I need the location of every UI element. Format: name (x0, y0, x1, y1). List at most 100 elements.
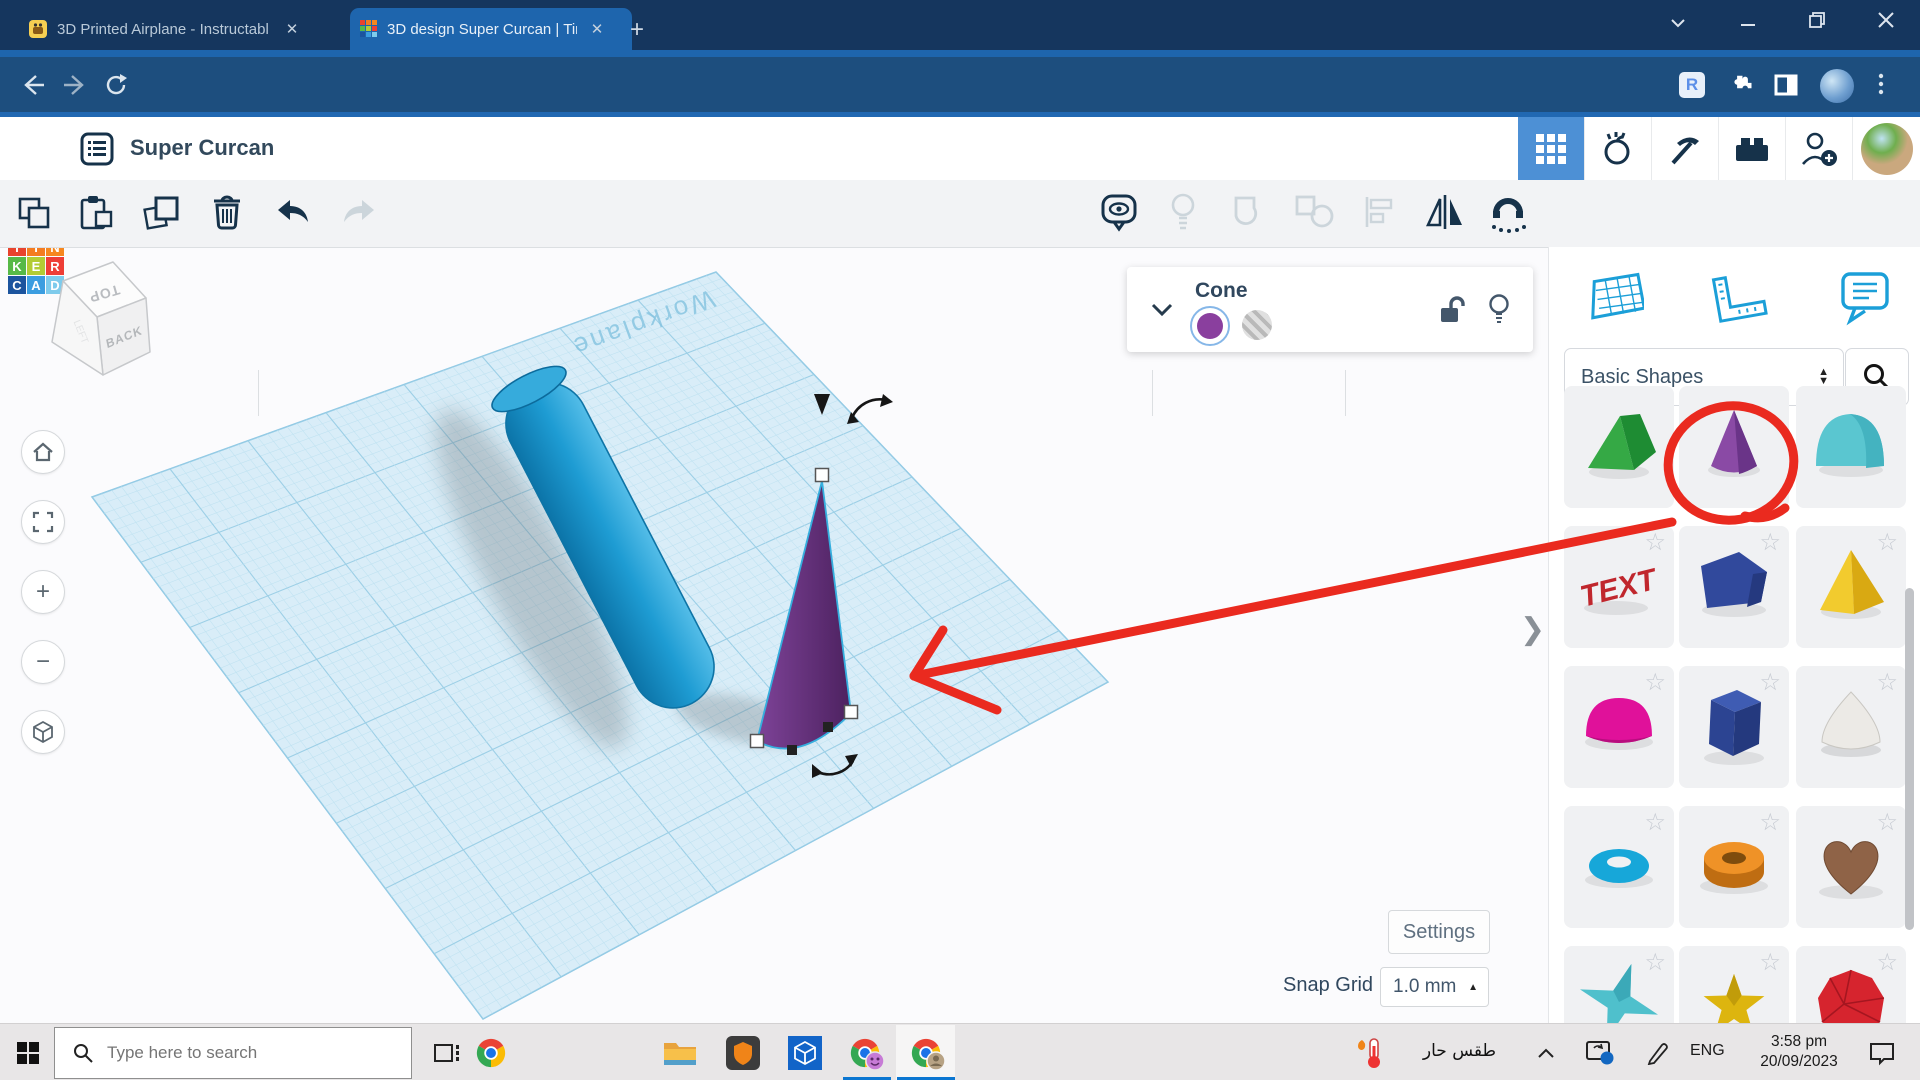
design-menu-icon[interactable] (80, 132, 114, 166)
hide-lightbulb-icon[interactable] (1487, 293, 1511, 325)
window-close-button[interactable] (1876, 10, 1896, 30)
snap-grid-select[interactable]: 1.0 mm ▲ (1380, 967, 1489, 1007)
shape-polygon[interactable]: ☆ (1679, 526, 1789, 648)
scale-handle-left[interactable] (751, 735, 764, 748)
fit-view-button[interactable] (21, 500, 65, 544)
design-title[interactable]: Super Curcan (130, 135, 274, 161)
sync-display-icon[interactable] (1582, 1035, 1618, 1071)
minecraft-pickaxe-button[interactable] (1651, 117, 1718, 180)
shape-half-sphere[interactable]: ☆ (1564, 666, 1674, 788)
3d-viewer-icon[interactable] (787, 1035, 823, 1071)
side-panel-icon[interactable] (1774, 74, 1798, 96)
shape-round-roof[interactable] (1796, 386, 1906, 508)
lego-brick-button[interactable] (1718, 117, 1785, 180)
scale-handle-apex[interactable] (816, 469, 829, 482)
chrome-taskbar-icon[interactable] (473, 1035, 509, 1071)
shape-tube[interactable]: ☆ (1679, 806, 1789, 928)
tab-close-icon[interactable]: ✕ (281, 20, 303, 38)
shape-heart[interactable]: ☆ (1796, 806, 1906, 928)
zoom-in-button[interactable]: + (21, 570, 65, 614)
dashboard-grid-button[interactable] (1518, 117, 1584, 180)
taskbar-clock[interactable]: 3:58 pm 20/09/2023 (1744, 1032, 1854, 1072)
shape-text[interactable]: TEXT ☆ (1564, 526, 1674, 648)
collapse-chevron-icon[interactable] (1151, 303, 1173, 317)
notes-tool-icon[interactable] (1837, 270, 1893, 326)
chrome-profile1-icon[interactable] (847, 1035, 883, 1071)
favorite-star-icon[interactable]: ☆ (1644, 668, 1666, 696)
shape-cone[interactable] (1679, 386, 1789, 508)
language-indicator[interactable]: ENG (1690, 1042, 1725, 1060)
favorite-star-icon[interactable]: ☆ (1759, 528, 1781, 556)
browser-tab-1[interactable]: 3D Printed Airplane - Instructabl ✕ (18, 8, 360, 50)
shape-pyramid[interactable]: ☆ (1796, 526, 1906, 648)
scale-handle-right[interactable] (845, 706, 858, 719)
browser-menu-icon[interactable] (1876, 71, 1886, 97)
favorite-star-icon[interactable]: ☆ (1876, 808, 1898, 836)
color-swatch-transparent[interactable] (1242, 310, 1272, 340)
shape-hex-prism[interactable]: ☆ (1679, 666, 1789, 788)
reload-button[interactable] (103, 72, 129, 98)
settings-button[interactable]: Settings (1388, 910, 1490, 954)
taskbar-search[interactable] (54, 1027, 412, 1079)
favorite-star-icon[interactable]: ☆ (1876, 948, 1898, 976)
favorite-star-icon[interactable]: ☆ (1644, 528, 1666, 556)
workplane-tool-icon[interactable] (1582, 270, 1644, 325)
weather-text[interactable]: طقس حار (1396, 1041, 1496, 1061)
tab-search-chevron-icon[interactable] (1668, 16, 1688, 30)
shape-roof[interactable] (1564, 386, 1674, 508)
new-tab-button[interactable]: + (630, 16, 644, 44)
dark-app-icon[interactable] (725, 1035, 761, 1071)
redo-icon[interactable] (340, 198, 378, 228)
window-restore-button[interactable] (1806, 10, 1828, 30)
ruler-tool-icon[interactable] (1707, 272, 1769, 324)
show-all-icon[interactable] (1100, 193, 1140, 233)
action-center-icon[interactable] (1864, 1035, 1900, 1071)
home-view-button[interactable] (21, 430, 65, 474)
favorite-star-icon[interactable]: ☆ (1759, 668, 1781, 696)
favorite-star-icon[interactable]: ☆ (1759, 948, 1781, 976)
window-minimize-button[interactable] (1738, 16, 1758, 30)
windows-ink-pen-icon[interactable] (1640, 1035, 1676, 1071)
shape-paraboloid[interactable]: ☆ (1796, 666, 1906, 788)
favorite-star-icon[interactable]: ☆ (1644, 808, 1666, 836)
unlock-icon[interactable] (1439, 295, 1467, 325)
3d-viewport[interactable]: Workplane (0, 247, 1548, 1023)
duplicate-icon[interactable] (142, 194, 182, 232)
view-cube[interactable]: TOP BACK LEFT (52, 262, 150, 375)
extensions-puzzle-icon[interactable] (1729, 73, 1753, 97)
mirror-flip-icon[interactable] (1424, 193, 1466, 231)
shape-torus[interactable]: ☆ (1564, 806, 1674, 928)
panel-collapse-chevron[interactable]: ❯ (1520, 612, 1545, 647)
browser-tab-2-active[interactable]: 3D design Super Curcan | Tinker ✕ (350, 8, 632, 50)
edge-handle-1[interactable] (787, 745, 797, 755)
extension-r-icon[interactable]: R (1679, 72, 1705, 98)
favorite-star-icon[interactable]: ☆ (1759, 808, 1781, 836)
tab-close-icon[interactable]: ✕ (586, 20, 608, 38)
favorite-star-icon[interactable]: ☆ (1876, 668, 1898, 696)
chrome-profile2-icon-active[interactable] (908, 1035, 944, 1071)
perspective-toggle-button[interactable] (21, 710, 65, 754)
favorite-star-icon[interactable]: ☆ (1644, 948, 1666, 976)
edge-handle-2[interactable] (823, 722, 833, 732)
delete-trash-icon[interactable] (208, 192, 246, 232)
rotate-arrow-top-icon[interactable] (852, 399, 886, 418)
weather-thermometer-icon[interactable] (1352, 1035, 1388, 1071)
favorite-star-icon[interactable]: ☆ (1876, 528, 1898, 556)
zoom-out-button[interactable]: − (21, 640, 65, 684)
account-avatar[interactable] (1852, 117, 1920, 180)
start-button[interactable] (10, 1035, 46, 1071)
back-button[interactable] (20, 72, 46, 98)
share-invite-button[interactable] (1785, 117, 1852, 180)
search-input[interactable] (105, 1042, 389, 1064)
panel-scrollbar[interactable] (1905, 588, 1914, 930)
forward-button[interactable] (62, 72, 88, 98)
task-view-button[interactable] (429, 1035, 465, 1071)
copy-icon[interactable] (16, 195, 52, 231)
tray-chevron-icon[interactable] (1528, 1035, 1564, 1071)
undo-icon[interactable] (274, 198, 312, 228)
file-explorer-icon[interactable] (662, 1035, 698, 1071)
profile-avatar[interactable] (1820, 69, 1854, 103)
paste-icon[interactable] (78, 194, 114, 232)
sim-lab-button[interactable] (1584, 117, 1651, 180)
magnet-workplane-icon[interactable] (1486, 191, 1532, 233)
